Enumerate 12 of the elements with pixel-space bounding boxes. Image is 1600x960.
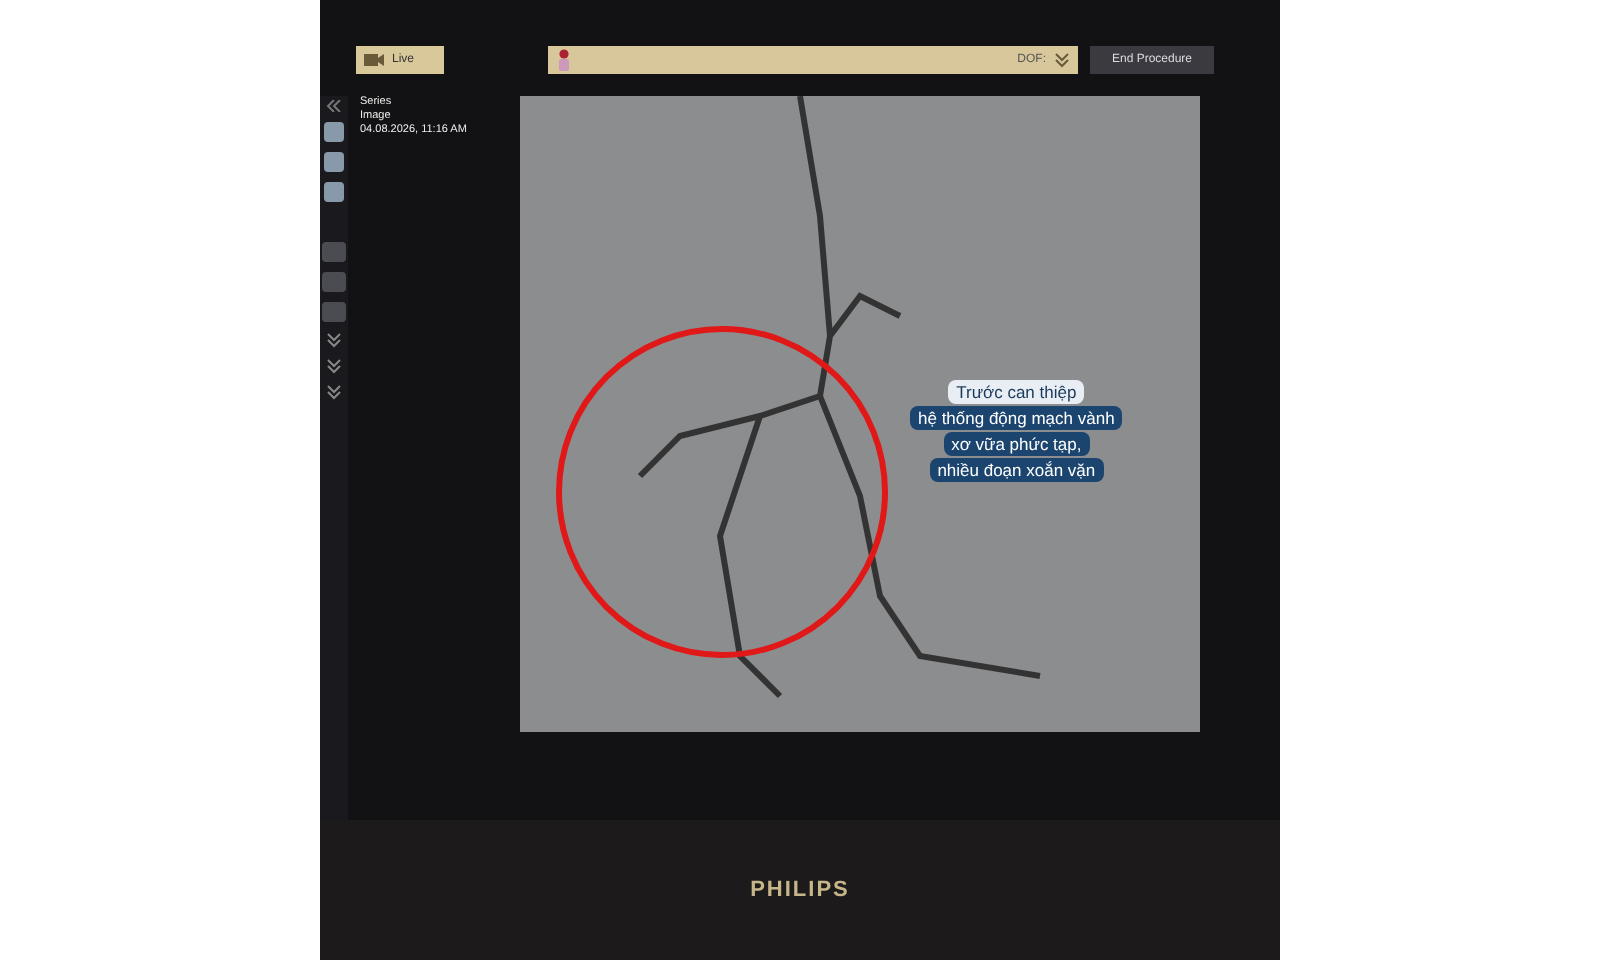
- annotation-text: Trước can thiệp: [948, 380, 1085, 404]
- expand-icon[interactable]: [326, 358, 342, 374]
- person-icon: [556, 48, 572, 72]
- annotation-text: nhiều đoạn xoắn vặn: [929, 458, 1104, 482]
- annotation-text: xơ vữa phức tạp,: [943, 432, 1090, 456]
- annotation-text: hệ thống động mạch vành: [910, 406, 1123, 430]
- expand-icon[interactable]: [326, 384, 342, 400]
- camera-icon: [364, 52, 384, 68]
- chevron-down-icon[interactable]: [1054, 52, 1070, 68]
- expand-icon[interactable]: [326, 332, 342, 348]
- collapse-icon[interactable]: [326, 100, 342, 112]
- brand-logo: PHILIPS: [750, 878, 850, 902]
